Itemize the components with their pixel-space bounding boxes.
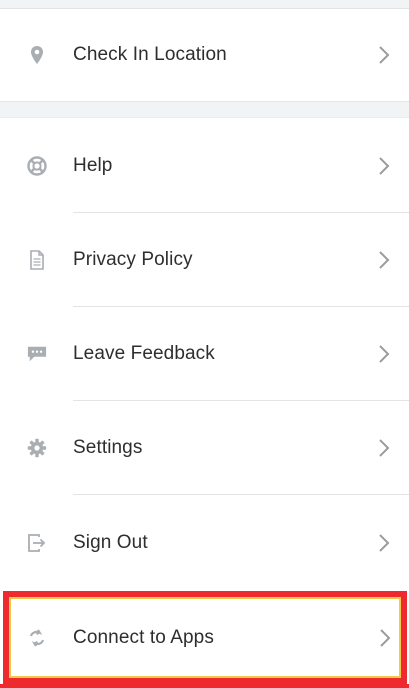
menu-item-label: Sign Out	[73, 532, 148, 553]
chevron-right-icon	[377, 532, 391, 554]
chat-bubble-icon	[27, 344, 47, 364]
menu-item-label: Settings	[73, 436, 143, 458]
chevron-right-icon	[377, 437, 391, 459]
chevron-right-icon	[377, 343, 391, 365]
menu-item-leave-feedback[interactable]: Leave Feedback	[0, 307, 409, 400]
gear-icon	[27, 438, 47, 458]
menu-item-help[interactable]: Help	[0, 119, 409, 212]
menu-item-sign-out[interactable]: Sign Out	[0, 495, 409, 591]
chevron-right-icon	[377, 44, 391, 66]
top-section-band	[0, 0, 409, 8]
highlight-outline-yellow	[9, 597, 401, 678]
section-gap	[0, 101, 409, 118]
menu-item-privacy-policy[interactable]: Privacy Policy	[0, 213, 409, 306]
menu-item-label: Check In Location	[73, 44, 227, 65]
location-pin-icon	[27, 45, 47, 65]
sign-out-icon	[27, 533, 47, 553]
chevron-right-icon	[377, 249, 391, 271]
document-icon	[27, 249, 47, 270]
menu-item-label: Leave Feedback	[73, 342, 215, 364]
chevron-right-icon	[377, 155, 391, 177]
highlight-bottom-edge	[0, 684, 409, 688]
menu-item-settings[interactable]: Settings	[0, 401, 409, 494]
menu-item-label: Privacy Policy	[73, 248, 193, 270]
menu-item-check-in-location[interactable]: Check In Location	[0, 9, 409, 101]
menu-item-label: Help	[73, 154, 113, 176]
lifebuoy-icon	[27, 155, 47, 176]
